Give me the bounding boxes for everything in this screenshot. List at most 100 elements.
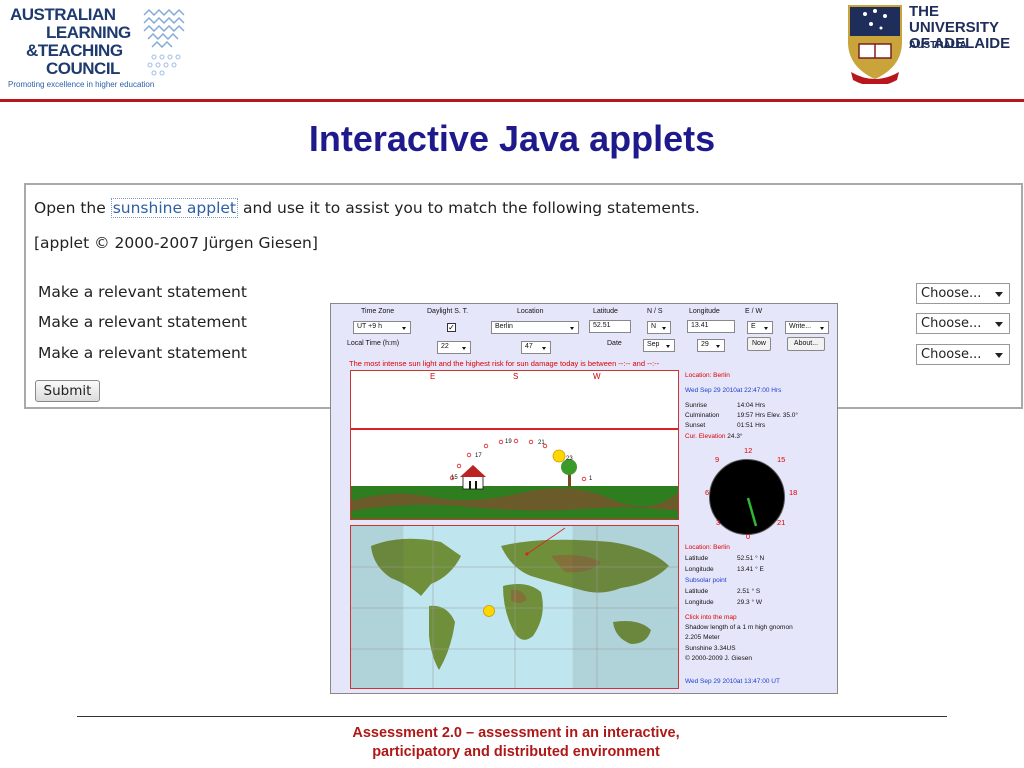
culmination-label: Culmination [685, 412, 720, 419]
info-sunshine: Sunshine 3.34US [685, 645, 736, 652]
altc-logo-line: AUSTRALIAN [10, 5, 116, 24]
slide-title: Interactive Java applets [308, 118, 716, 159]
cur-elev-label: Cur. Elevation [685, 433, 726, 440]
ns-select[interactable]: N [647, 321, 671, 334]
statement-3-select[interactable]: Choose... [916, 344, 1010, 365]
longitude-row-value: 13.41 ° E [737, 566, 764, 573]
hour-marker: 21 [538, 440, 545, 446]
clock-label-3: 3 [716, 518, 721, 527]
info-location-2: Location: Berlin [685, 544, 730, 551]
clock-label-12: 12 [744, 446, 753, 455]
info-sunrise: Sunrise 14:04 Hrs [685, 402, 765, 409]
latitude-row-value: 52.51 ° N [737, 555, 765, 562]
latitude-row-label: Latitude [685, 555, 709, 562]
latitude-input[interactable]: 52.51 [589, 320, 631, 333]
house-icon [460, 465, 486, 490]
clock-label-0: 0 [746, 532, 751, 541]
intro-text-before: Open the [34, 199, 111, 217]
header-divider [0, 99, 1024, 102]
hour-marker: 19 [505, 439, 512, 445]
local-time-label: Local Time (h:m) [347, 340, 400, 347]
minute-select[interactable]: 47 [521, 341, 551, 354]
hour-marker: 17 [475, 453, 482, 459]
sunset-label: Sunset [685, 422, 706, 429]
altc-tagline: Promoting excellence in higher education [8, 80, 155, 89]
footer-line-2: participatory and distributed environmen… [372, 744, 660, 760]
ns-label: N / S [647, 308, 663, 315]
info-location: Location: Berlin [685, 372, 730, 379]
now-button[interactable]: Now [747, 337, 771, 351]
info-longitude: Longitude 13.41 ° E [685, 566, 764, 573]
info-copyright: © 2000-2009 J. Giesen [685, 655, 752, 662]
world-map-graphic [351, 526, 678, 688]
applet-copyright: [applet © 2000-2007 Jürgen Giesen] [34, 234, 318, 252]
university-name-line: THE UNIVERSITY [909, 3, 1000, 36]
statement-3: Make a relevant statement [38, 344, 247, 362]
info-shadow: Shadow length of a 1 m high gnomon [685, 624, 793, 631]
time-zone-select[interactable]: UT +9 h [353, 321, 411, 334]
time-zone-label: Time Zone [361, 308, 395, 315]
world-map[interactable] [350, 525, 679, 689]
write-select[interactable]: Write... [785, 321, 829, 334]
info-ut-datetime: Wed Sep 29 2010at 13:47:00 UT [685, 678, 780, 685]
info-culmination: Culmination 19:57 Hrs Elev. 35.0° [685, 412, 798, 419]
statement-1: Make a relevant statement [38, 283, 247, 301]
ew-label: E / W [745, 308, 763, 315]
wave-pattern-icon [143, 9, 185, 76]
sun-path-graphic [351, 438, 678, 519]
hour-select[interactable]: 22 [437, 341, 471, 354]
sunshine-applet-link[interactable]: sunshine applet [110, 198, 239, 218]
hour-marker: 23 [566, 456, 573, 462]
footer-line-1: Assessment 2.0 – assessment in an intera… [352, 725, 680, 741]
sunrise-value: 14:04 Hrs [737, 402, 766, 409]
info-subsolar-latitude: Latitude 2.51 ° S [685, 588, 760, 595]
hour-marker: 1 [589, 476, 593, 482]
clock-label-6: 6 [705, 488, 710, 497]
altc-logo: AUSTRALIAN LEARNING &TEACHING COUNCIL Pr… [6, 5, 196, 95]
footer-caption: Assessment 2.0 – assessment in an intera… [0, 724, 1024, 762]
university-logo: THE UNIVERSITY OF ADELAIDE AUSTRALIA [845, 2, 1023, 84]
sunrise-label: Sunrise [685, 402, 708, 409]
sub-lat-label: Latitude [685, 588, 709, 595]
statement-2-select[interactable]: Choose... [916, 313, 1010, 334]
location-select[interactable]: Berlin [491, 321, 579, 334]
sun-clock [709, 459, 785, 535]
latitude-label: Latitude [593, 308, 618, 315]
daylight-checkbox[interactable]: ✓ [447, 323, 456, 332]
sun-risk-notice: The most intense sun light and the highe… [349, 359, 660, 368]
clock-hand-graphic [746, 497, 758, 527]
info-shadow-value: 2.205 Meter [685, 634, 720, 641]
info-local-datetime: Wed Sep 29 2010at 22:47:00 Hrs [685, 387, 782, 394]
clock-label-18: 18 [789, 488, 798, 497]
day-select[interactable]: 29 [697, 339, 725, 352]
info-subsolar: Subsolar point [685, 577, 727, 584]
altc-logo-line: &TEACHING [26, 41, 123, 60]
longitude-row-label: Longitude [685, 566, 714, 573]
info-subsolar-longitude: Longitude 29.3 ° W [685, 599, 762, 606]
month-select[interactable]: Sep [643, 339, 675, 352]
info-sunset: Sunset 01:51 Hrs [685, 422, 765, 429]
hour-marker: 15 [451, 475, 458, 481]
sunset-value: 01:51 Hrs [737, 422, 766, 429]
statement-2: Make a relevant statement [38, 313, 247, 331]
longitude-label: Longitude [689, 308, 720, 315]
clock-label-15: 15 [777, 455, 786, 464]
clock-label-9: 9 [715, 455, 720, 464]
quiz-intro: Open the sunshine applet and use it to a… [34, 198, 700, 218]
ew-select[interactable]: E [747, 321, 773, 334]
sub-lon-value: 29.3 ° W [737, 599, 762, 606]
footer-divider [77, 716, 947, 717]
location-label: Location [517, 308, 544, 315]
sub-lat-value: 2.51 ° S [737, 588, 761, 595]
about-button[interactable]: About... [787, 337, 825, 351]
submit-button[interactable]: Submit [35, 380, 100, 402]
culmination-value: 19:57 Hrs Elev. 35.0° [737, 412, 799, 419]
sun-path-view[interactable]: E S W 15 17 19 21 23 1 [350, 370, 679, 520]
statement-1-select[interactable]: Choose... [916, 283, 1010, 304]
sub-lon-label: Longitude [685, 599, 714, 606]
longitude-input[interactable]: 13.41 [687, 320, 735, 333]
altc-logo-line: LEARNING [46, 23, 131, 42]
info-click-map: Click into the map [685, 614, 737, 621]
tree-icon [561, 459, 577, 487]
altc-logo-line: COUNCIL [46, 59, 120, 78]
